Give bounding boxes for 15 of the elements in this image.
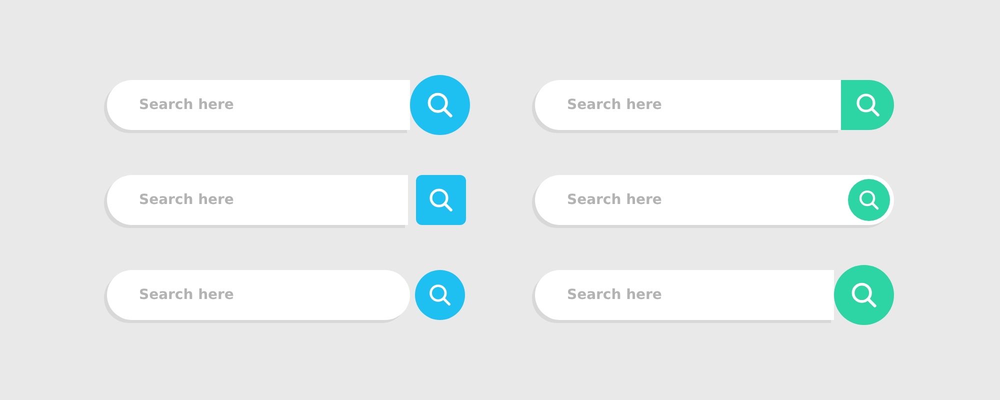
search-button[interactable] [416,175,466,225]
search-field[interactable]: Search here [535,80,841,130]
search-button[interactable] [415,270,465,320]
search-icon [854,92,880,118]
search-icon [850,281,878,309]
search-field[interactable]: Search here [107,175,408,225]
search-field[interactable]: Search here [535,175,894,225]
search-button[interactable] [841,80,894,130]
search-field[interactable]: Search here [107,80,410,130]
search-icon [858,189,880,211]
search-icon [426,91,454,119]
search-field[interactable]: Search here [107,270,410,320]
search-field[interactable]: Search here [535,270,834,320]
search-icon [428,283,452,307]
search-icon [428,187,454,213]
